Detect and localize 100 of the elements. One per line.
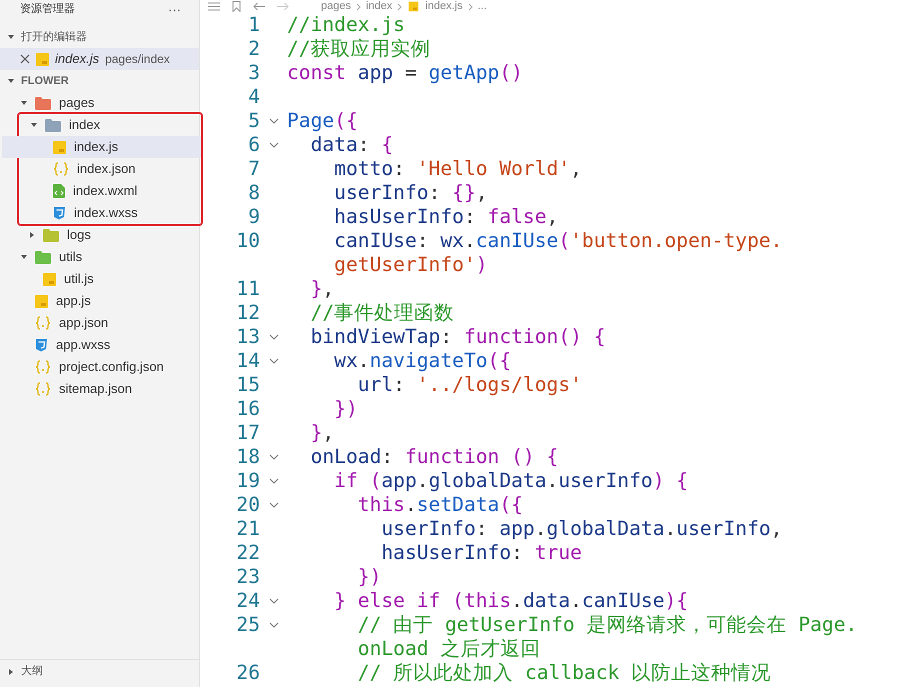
line-number: 24	[236, 589, 260, 612]
breadcrumb-item[interactable]: ...	[478, 1, 487, 12]
file-name: utils	[59, 248, 82, 266]
close-icon[interactable]	[20, 54, 30, 64]
fold-chevron-icon[interactable]	[268, 118, 278, 124]
folder-icon	[35, 250, 51, 264]
code-line: })	[333, 396, 358, 422]
file-row[interactable]: util.js	[0, 268, 199, 290]
fold-chevron-icon[interactable]	[268, 454, 278, 460]
braces-icon	[35, 360, 51, 374]
breadcrumb-item[interactable]: pages	[321, 1, 351, 12]
section-header[interactable]: 大纲	[0, 659, 199, 683]
bookmark-icon[interactable]	[232, 1, 241, 12]
caret-down-icon[interactable]	[30, 121, 38, 129]
code-line: },	[310, 420, 334, 446]
line-number: 1	[248, 13, 260, 36]
caret-down-icon[interactable]	[20, 99, 28, 107]
file-path: pages/index	[105, 51, 170, 68]
folder-row[interactable]: pages	[0, 92, 199, 114]
line-number: 7	[248, 157, 260, 180]
file-row[interactable]: app.json	[0, 312, 199, 334]
code-line: bindViewTap: function() {	[310, 324, 606, 350]
file-name: index.wxml	[73, 182, 138, 200]
code-line: getUserInfo')	[333, 252, 488, 278]
file-name: pages	[59, 94, 94, 112]
code-line: },	[310, 276, 334, 302]
fold-chevron-icon[interactable]	[268, 358, 278, 364]
line-number: 16	[236, 397, 260, 420]
line-number: 21	[236, 517, 260, 540]
file-name: app.json	[59, 314, 108, 332]
js-file-icon	[53, 140, 66, 154]
caret-down-icon[interactable]	[7, 33, 15, 41]
js-file-icon	[36, 52, 49, 66]
fold-chevron-icon[interactable]	[268, 598, 278, 604]
folder-row[interactable]: utils	[0, 246, 199, 268]
code-line: } else if (this.data.canIUse){	[333, 588, 688, 614]
caret-down-icon[interactable]	[20, 253, 28, 261]
file-row[interactable]: index.json	[2, 158, 201, 180]
code-line: userInfo: app.globalData.userInfo,	[380, 516, 782, 542]
caret-right-icon[interactable]	[28, 231, 36, 239]
code-line: this.setData({	[356, 492, 523, 518]
css-file-icon	[35, 338, 48, 352]
line-number: 12	[236, 301, 260, 324]
braces-icon	[53, 162, 69, 176]
breadcrumb-item[interactable]: index.js	[425, 1, 463, 12]
code-line: })	[356, 564, 382, 590]
folder-row[interactable]: index	[2, 114, 201, 136]
line-number: 13	[236, 325, 260, 348]
code-line: wx.navigateTo({	[333, 348, 512, 374]
folder-row[interactable]: logs	[0, 224, 199, 246]
code-line: const app = getApp()	[287, 60, 523, 86]
folder-icon	[45, 118, 61, 132]
fold-chevron-icon[interactable]	[268, 622, 278, 628]
file-row[interactable]: app.wxss	[0, 334, 199, 356]
code-line: motto: 'Hello World',	[333, 156, 582, 182]
document-icon	[53, 184, 65, 198]
css-file-icon	[53, 206, 66, 220]
file-row[interactable]: project.config.json	[0, 356, 199, 378]
line-number: 10	[236, 229, 260, 252]
section-header[interactable]: 打开的编辑器	[0, 26, 199, 48]
braces-icon	[35, 382, 51, 396]
more-button[interactable]: ···	[168, 2, 181, 16]
back-arrow-icon[interactable]	[253, 2, 265, 11]
line-number: 6	[248, 133, 260, 156]
line-number: 15	[236, 373, 260, 396]
file-row[interactable]: sitemap.json	[0, 378, 199, 400]
code-line: // 由于 getUserInfo 是网络请求，可能会在 Page.	[356, 612, 858, 638]
file-row[interactable]: index.wxml	[2, 180, 201, 202]
file-name: index	[69, 116, 100, 134]
file-row[interactable]: index.js	[2, 136, 201, 158]
code-line: if (app.globalData.userInfo) {	[333, 468, 688, 494]
panel-title: 资源管理器	[20, 2, 75, 17]
file-name: index.js	[74, 138, 118, 156]
line-number: 23	[236, 565, 260, 588]
line-number: 25	[236, 613, 260, 636]
code-line: data: {	[310, 132, 394, 158]
file-name: sitemap.json	[59, 380, 132, 398]
file-name: app.js	[56, 292, 91, 310]
code-line: //获取应用实例	[287, 36, 431, 62]
code-line: hasUserInfo: false,	[333, 204, 558, 230]
file-row[interactable]: app.js	[0, 290, 199, 312]
file-row[interactable]: index.wxss	[2, 202, 201, 224]
file-name: index.json	[77, 160, 136, 178]
file-name: app.wxss	[56, 336, 110, 354]
code-line: //index.js	[287, 13, 405, 38]
fold-chevron-icon[interactable]	[268, 142, 278, 148]
open-editor-item[interactable]: index.js pages/index	[0, 48, 199, 70]
line-number: 3	[248, 61, 260, 84]
breadcrumb-item[interactable]: index	[366, 1, 392, 12]
fold-chevron-icon[interactable]	[268, 478, 278, 484]
section-header[interactable]: FLOWER	[0, 70, 199, 92]
folder-icon	[35, 96, 51, 110]
menu-icon[interactable]	[208, 2, 220, 11]
fold-chevron-icon[interactable]	[268, 334, 278, 340]
fold-chevron-icon[interactable]	[268, 502, 278, 508]
caret-right-icon[interactable]	[7, 668, 15, 676]
line-number: 26	[236, 661, 260, 684]
line-number: 20	[236, 493, 260, 516]
code-line: // 所以此处加入 callback 以防止这种情况	[356, 660, 772, 686]
caret-down-icon[interactable]	[7, 77, 15, 85]
